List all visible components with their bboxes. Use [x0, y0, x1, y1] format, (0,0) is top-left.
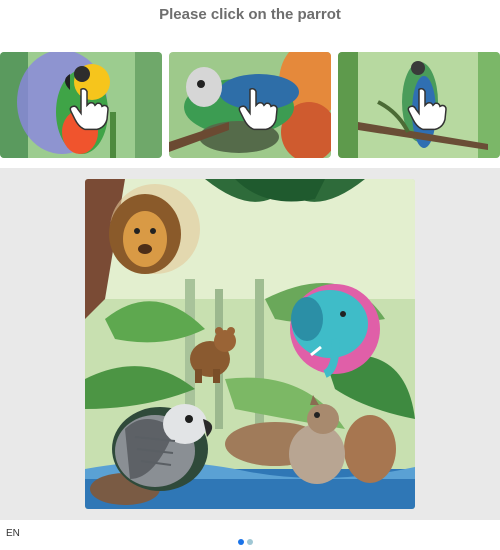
- challenge-prompt: Please click on the parrot: [159, 6, 341, 23]
- example-images: [0, 52, 500, 160]
- challenge-image[interactable]: [85, 179, 415, 509]
- hand-pointer-icon: [69, 87, 109, 131]
- example-image-parrot-3: [338, 52, 500, 158]
- hand-pointer-icon: [407, 87, 447, 131]
- example-image-parrot-2: [169, 52, 331, 158]
- hand-pointer-icon: [238, 87, 278, 131]
- page-dot-active: [238, 539, 244, 545]
- elephant: [290, 284, 380, 378]
- challenge-panel: [0, 168, 500, 520]
- footer: EN: [0, 522, 500, 545]
- example-image-parrot-1: [0, 52, 162, 158]
- language-selector[interactable]: EN: [6, 528, 20, 540]
- page-indicator: [238, 532, 256, 550]
- page-dot: [247, 539, 253, 545]
